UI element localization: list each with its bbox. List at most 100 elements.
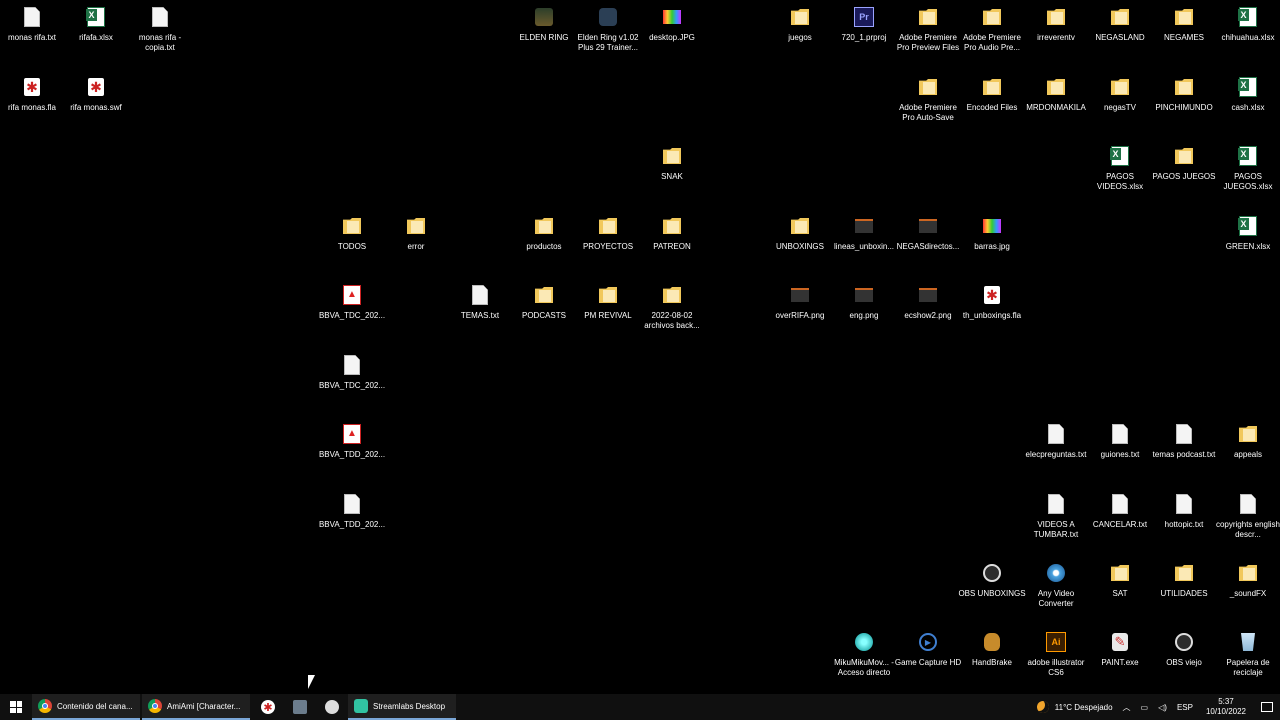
desktop-icon[interactable]: elecpreguntas.txt <box>1024 419 1088 485</box>
desktop-icon[interactable]: guiones.txt <box>1088 419 1152 485</box>
taskbar-item-flash[interactable]: ✱ <box>252 694 284 720</box>
desktop-icon[interactable]: VIDEOS A TUMBAR.txt <box>1024 489 1088 555</box>
desktop-icon[interactable]: SAT <box>1088 558 1152 624</box>
taskbar-item-streamlabs[interactable]: Streamlabs Desktop <box>348 694 456 720</box>
desktop-icon[interactable]: hottopic.txt <box>1152 489 1216 555</box>
text-file-icon <box>1045 493 1067 515</box>
desktop-icon[interactable]: CANCELAR.txt <box>1088 489 1152 555</box>
desktop-icon[interactable]: NEGAMES <box>1152 2 1216 68</box>
desktop-icon[interactable]: desktop.JPG <box>640 2 704 68</box>
desktop-icon[interactable]: overRIFA.png <box>768 280 832 346</box>
desktop-icon[interactable]: HandBrake <box>960 627 1024 693</box>
desktop-icon[interactable]: irreverentv <box>1024 2 1088 68</box>
desktop: monas rifa.txt rifafa.xlsx monas rifa - co… <box>0 0 1280 694</box>
desktop-icon-label: elecpreguntas.txt <box>1025 450 1087 459</box>
desktop-icon[interactable]: OBS UNBOXINGS <box>958 558 1025 624</box>
desktop-icon[interactable]: MRDONMAKILA <box>1024 72 1088 138</box>
language-indicator[interactable]: ESP <box>1172 703 1198 712</box>
desktop-icon[interactable]: Encoded Files <box>960 72 1024 138</box>
desktop-icon[interactable]: cash.xlsx <box>1216 72 1280 138</box>
network-icon[interactable]: ▭ <box>1136 703 1154 712</box>
desktop-icon[interactable]: temas podcast.txt <box>1152 419 1216 485</box>
desktop-icon[interactable]: monas rifa.txt <box>0 2 64 68</box>
moon-icon <box>1036 701 1049 713</box>
desktop-icon[interactable]: BBVA_TDD_202... <box>319 419 385 485</box>
desktop-icon[interactable]: PODCASTS <box>512 280 576 346</box>
desktop-icon-label: Adobe Premiere Pro Preview Files <box>896 33 960 52</box>
desktop-icon[interactable]: NEGASLAND <box>1088 2 1152 68</box>
desktop-icon[interactable]: Adobe Premiere Pro Preview Files <box>896 2 960 68</box>
taskbar-item-paint[interactable] <box>316 694 348 720</box>
desktop-icon[interactable]: rifa monas.swf <box>64 72 128 138</box>
desktop-icon[interactable]: Adobe Premiere Pro Auto-Save <box>896 72 960 138</box>
desktop-icon[interactable]: BBVA_TDD_202... <box>319 489 385 555</box>
desktop-icon[interactable]: error <box>384 211 448 277</box>
desktop-icon[interactable]: _soundFX <box>1216 558 1280 624</box>
desktop-icon[interactable]: PM REVIVAL <box>576 280 640 346</box>
folder-icon <box>533 215 555 237</box>
desktop-icon[interactable]: TEMAS.txt <box>448 280 512 346</box>
desktop-icon[interactable]: BBVA_TDC_202... <box>319 280 385 346</box>
desktop-icon[interactable]: adobe illustrator CS6 <box>1024 627 1088 693</box>
desktop-icon[interactable]: 720_1.prproj <box>832 2 896 68</box>
text-file-icon <box>21 6 43 28</box>
image-file-icon <box>661 6 683 28</box>
desktop-icon[interactable]: UNBOXINGS <box>768 211 832 277</box>
desktop-icon[interactable]: UTILIDADES <box>1152 558 1216 624</box>
desktop-icon[interactable]: copyrights english descr... <box>1216 489 1280 555</box>
desktop-icon[interactable]: lineas_unboxin... <box>832 211 896 277</box>
desktop-icon[interactable]: appeals <box>1216 419 1280 485</box>
desktop-icon[interactable]: MikuMikuMov... - Acceso directo <box>832 627 896 693</box>
desktop-icon[interactable]: chihuahua.xlsx <box>1216 2 1280 68</box>
desktop-icon[interactable]: productos <box>512 211 576 277</box>
taskbar-item-chrome-2[interactable]: AmiAmi [Character... <box>142 694 250 720</box>
flash-file-icon <box>981 284 1003 306</box>
desktop-icon[interactable]: SNAK <box>640 141 704 207</box>
folder-icon <box>405 215 427 237</box>
desktop-icon[interactable]: NEGASdirectos... <box>896 211 960 277</box>
desktop-icon[interactable]: PROYECTOS <box>576 211 640 277</box>
volume-icon[interactable]: ◁) <box>1153 703 1172 712</box>
desktop-icon[interactable]: juegos <box>768 2 832 68</box>
desktop-icon[interactable]: th_unboxings.fla <box>960 280 1024 346</box>
dark-image-icon <box>789 284 811 306</box>
desktop-icon[interactable]: PATREON <box>640 211 704 277</box>
desktop-icon[interactable]: TODOS <box>320 211 384 277</box>
desktop-icon[interactable]: PAGOS VIDEOS.xlsx <box>1088 141 1152 207</box>
desktop-icon-label: monas rifa - copia.txt <box>138 33 182 52</box>
clock[interactable]: 5:37 10/10/2022 <box>1198 697 1254 717</box>
desktop-icon-label: 2022-08-02 archivos back... <box>644 311 700 330</box>
desktop-icon[interactable]: PAINT.exe <box>1088 627 1152 693</box>
desktop-icon[interactable]: OBS viejo <box>1152 627 1216 693</box>
desktop-icon-label: SNAK <box>661 172 683 181</box>
desktop-icon[interactable]: Adobe Premiere Pro Audio Pre... <box>960 2 1024 68</box>
desktop-icon[interactable]: Any Video Converter <box>1024 558 1088 624</box>
desktop-icon[interactable]: ecshow2.png <box>896 280 960 346</box>
desktop-icon[interactable]: Papelera de reciclaje <box>1216 627 1280 693</box>
desktop-icon[interactable]: rifafa.xlsx <box>64 2 128 68</box>
desktop-icon[interactable]: Elden Ring v1.02 Plus 29 Trainer... <box>576 2 640 68</box>
weather-widget[interactable]: 11°C Despejado <box>1032 701 1118 713</box>
desktop-icon[interactable]: eng.png <box>832 280 896 346</box>
desktop-icon[interactable]: barras.jpg <box>960 211 1024 277</box>
notifications-button[interactable] <box>1254 702 1280 712</box>
start-button[interactable] <box>0 694 32 720</box>
desktop-icon[interactable]: negasTV <box>1088 72 1152 138</box>
desktop-icon-label: th_unboxings.fla <box>962 311 1022 320</box>
text-file-icon <box>149 6 171 28</box>
desktop-icon[interactable]: 2022-08-02 archivos back... <box>640 280 704 346</box>
desktop-icon[interactable]: PAGOS JUEGOS.xlsx <box>1216 141 1280 207</box>
desktop-icon[interactable]: monas rifa - copia.txt <box>128 2 192 68</box>
desktop-icon-label: PODCASTS <box>521 311 566 320</box>
chevron-up-icon[interactable]: ︿ <box>1118 702 1136 713</box>
taskbar-item-chrome-1[interactable]: Contenido del cana... <box>32 694 140 720</box>
desktop-icon[interactable]: ELDEN RING <box>512 2 576 68</box>
desktop-icon[interactable]: PINCHIMUNDO <box>1152 72 1216 138</box>
desktop-icon[interactable]: PAGOS JUEGOS <box>1152 141 1216 207</box>
desktop-icon[interactable]: GREEN.xlsx <box>1216 211 1280 277</box>
tools-app-icon <box>293 700 307 714</box>
desktop-icon[interactable]: rifa monas.fla <box>0 72 64 138</box>
taskbar-item-tools[interactable] <box>284 694 316 720</box>
desktop-icon[interactable]: Game Capture HD <box>895 627 961 693</box>
desktop-icon[interactable]: BBVA_TDC_202... <box>319 350 385 416</box>
